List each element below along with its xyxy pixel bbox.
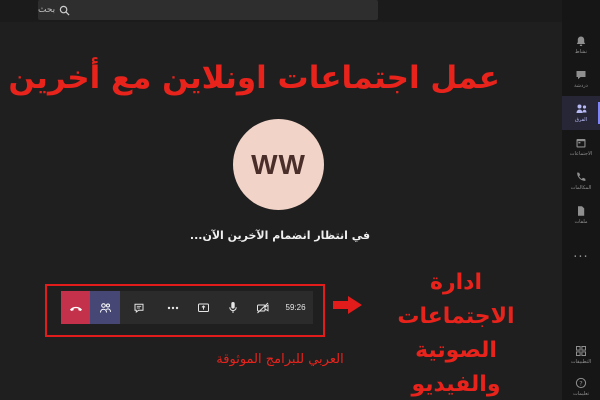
apps-icon bbox=[576, 346, 586, 356]
search-icon bbox=[59, 5, 70, 16]
camera-toggle-button[interactable] bbox=[248, 291, 278, 324]
waiting-status-text: في انتظار انضمام الآخرين الآن... bbox=[189, 229, 371, 242]
side-annotation-line1: ادارة الاجتماعات bbox=[397, 270, 515, 329]
calendar-icon bbox=[576, 139, 586, 148]
more-actions-button[interactable] bbox=[158, 291, 188, 324]
arrow-right-icon bbox=[333, 296, 362, 314]
rail-item-calls[interactable]: المكالمات bbox=[562, 164, 600, 198]
search-input[interactable]: بحث bbox=[38, 0, 378, 20]
headline-overlay: عمل اجتماعات اونلاين مع أخرين bbox=[8, 60, 500, 96]
rail-label-meetings: الاجتماعات bbox=[569, 151, 593, 157]
rail-label-apps: التطبيقات bbox=[570, 359, 592, 365]
meeting-chat-button[interactable] bbox=[124, 291, 154, 324]
call-controls-bar: 59:26 bbox=[61, 291, 313, 324]
camera-off-icon bbox=[257, 302, 269, 313]
rail-item-chat[interactable]: دردشة bbox=[562, 62, 600, 96]
participants-icon bbox=[99, 302, 111, 313]
teams-icon bbox=[576, 104, 586, 113]
avatar: WW bbox=[233, 119, 324, 210]
rail-item-apps[interactable]: التطبيقات bbox=[562, 338, 600, 372]
hangup-button[interactable] bbox=[61, 291, 91, 324]
share-screen-icon bbox=[197, 303, 209, 312]
chat-icon bbox=[576, 71, 586, 80]
side-annotation: ادارة الاجتماعات الصوتية والفيديو bbox=[372, 266, 540, 400]
chat-icon bbox=[134, 303, 144, 313]
phone-icon bbox=[577, 172, 586, 181]
participants-button[interactable] bbox=[90, 291, 121, 324]
rail-label-help: تعليمات bbox=[572, 391, 590, 397]
rail-label-teams: الفرق bbox=[574, 117, 588, 123]
rail-more-button[interactable]: ... bbox=[562, 246, 600, 261]
microphone-icon bbox=[229, 302, 237, 313]
teams-meeting-window: بحث نشاط دردشة الفرق الاجتماعات المكالما… bbox=[0, 0, 600, 400]
top-bar: بحث bbox=[0, 0, 562, 22]
rail-label-activity: نشاط bbox=[575, 49, 587, 55]
svg-text:?: ? bbox=[579, 379, 582, 387]
files-icon bbox=[578, 206, 585, 216]
rail-label-calls: المكالمات bbox=[570, 185, 592, 191]
bell-icon bbox=[576, 36, 586, 46]
app-rail: نشاط دردشة الفرق الاجتماعات المكالمات مل… bbox=[562, 0, 600, 400]
rail-item-teams[interactable]: الفرق bbox=[562, 96, 600, 130]
rail-label-files: ملفات bbox=[574, 219, 588, 225]
rail-item-help[interactable]: ? تعليمات bbox=[562, 370, 600, 400]
avatar-initials: WW bbox=[251, 148, 306, 180]
more-icon bbox=[167, 306, 179, 309]
hangup-icon bbox=[69, 306, 82, 311]
call-timer: 59:26 bbox=[285, 303, 306, 312]
rail-label-chat: دردشة bbox=[574, 83, 588, 89]
search-placeholder: بحث bbox=[38, 5, 56, 15]
side-annotation-line2: الصوتية والفيديو bbox=[411, 338, 501, 397]
rail-item-activity[interactable]: نشاط bbox=[562, 28, 600, 62]
footer-watermark-text: العربي للبرامج الموثوقة bbox=[216, 352, 344, 367]
microphone-button[interactable] bbox=[218, 291, 248, 324]
share-screen-button[interactable] bbox=[188, 291, 218, 324]
help-icon: ? bbox=[575, 377, 587, 389]
rail-item-meetings[interactable]: الاجتماعات bbox=[562, 130, 600, 164]
rail-item-files[interactable]: ملفات bbox=[562, 198, 600, 232]
